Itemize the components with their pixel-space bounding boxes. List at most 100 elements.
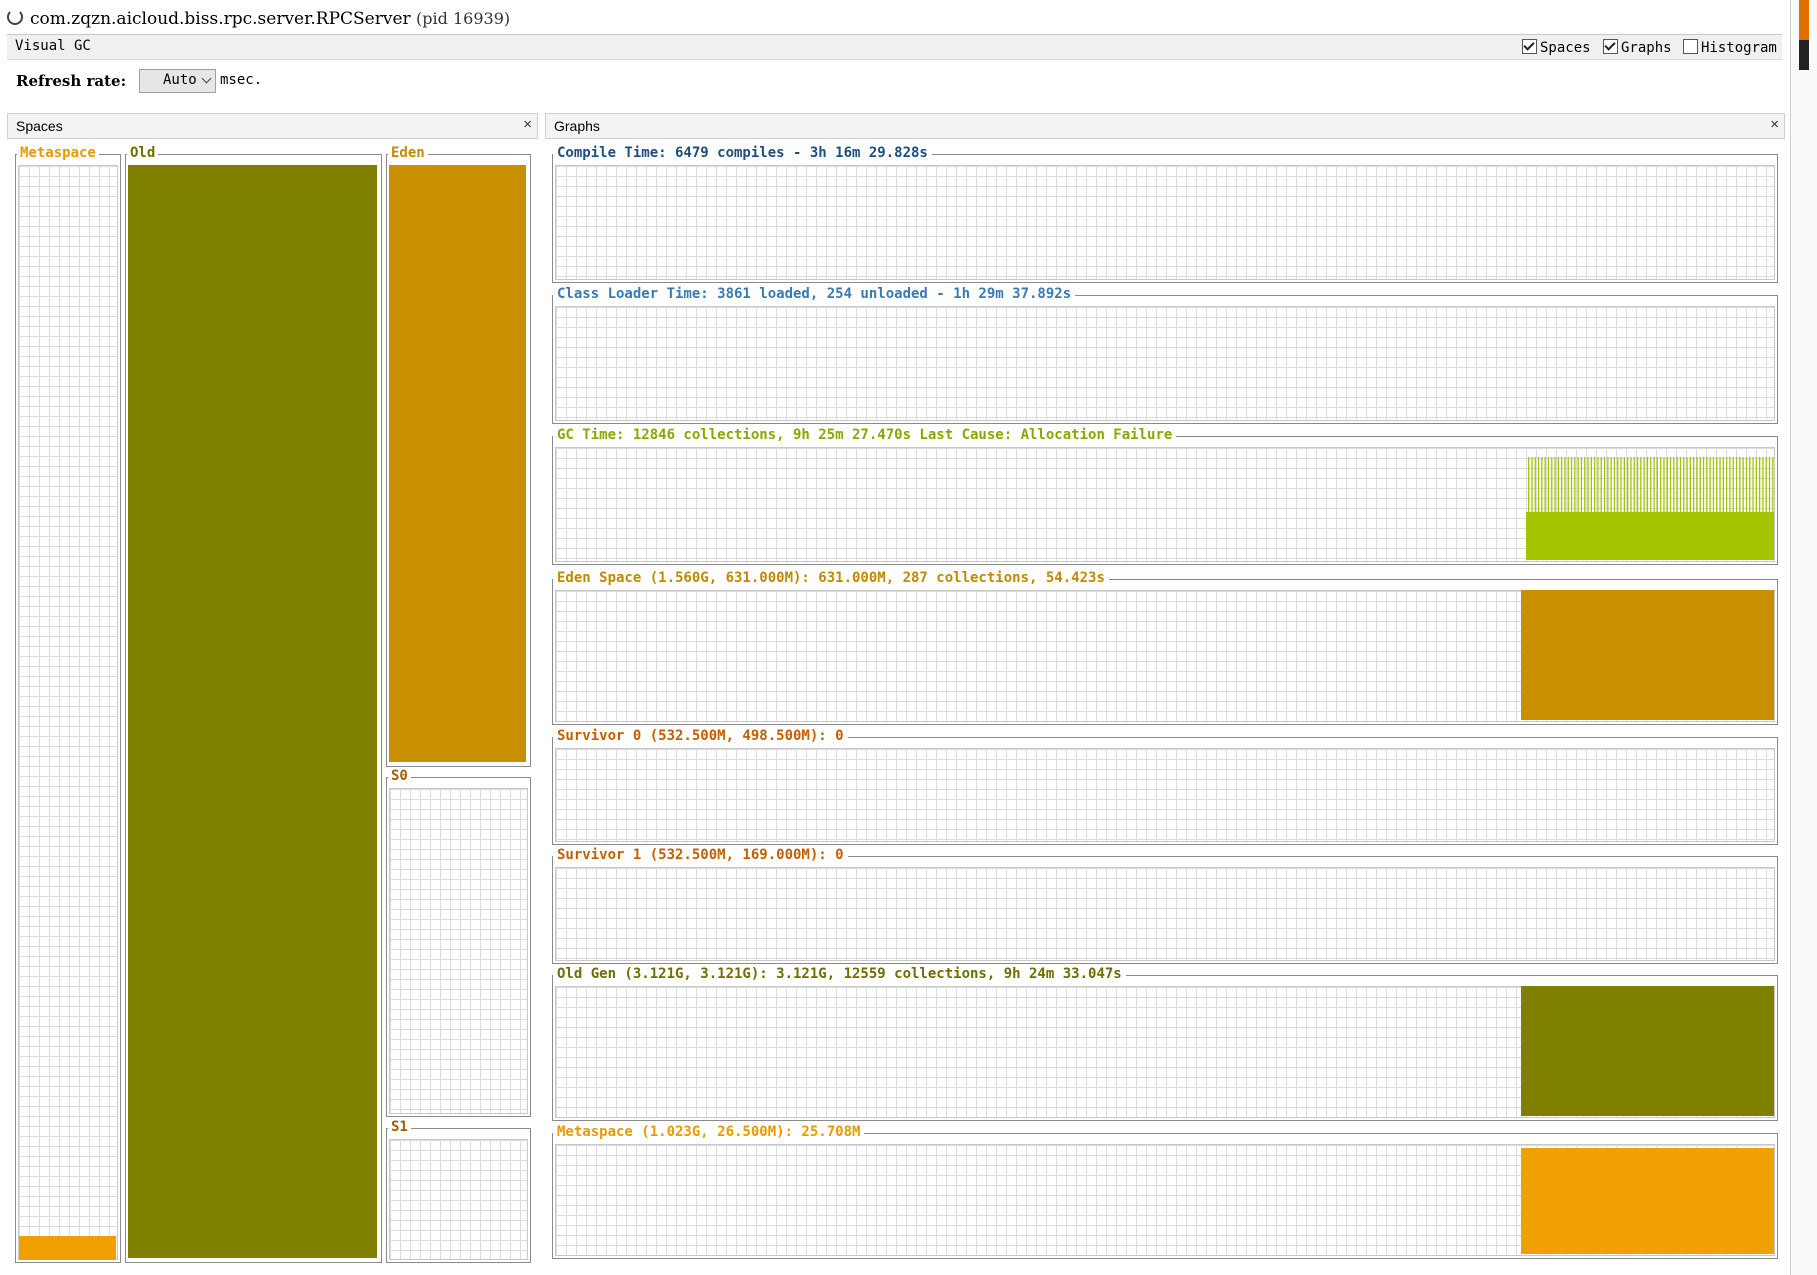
- gc-spike: [1570, 457, 1573, 560]
- gc-spike: [1633, 457, 1635, 560]
- close-icon[interactable]: ×: [523, 116, 532, 133]
- gc-spike-group: [1528, 457, 1774, 560]
- survivor-1-graph: [552, 856, 1778, 964]
- refresh-rate-unit: msec.: [220, 72, 263, 88]
- metaspace-graph: [552, 1133, 1778, 1259]
- eden-fill: [389, 165, 526, 762]
- survivor-0-grid: [555, 748, 1775, 842]
- spaces-checkbox[interactable]: Spaces: [1522, 39, 1591, 56]
- s1-grid: [389, 1139, 528, 1260]
- gc-spike: [1696, 457, 1698, 560]
- gc-spike: [1650, 457, 1652, 560]
- gc-spike: [1719, 457, 1721, 560]
- gc-spike: [1689, 457, 1691, 560]
- gc-spike: [1679, 457, 1682, 560]
- gc-spike: [1617, 457, 1619, 560]
- refresh-rate-value: Auto: [163, 72, 197, 88]
- gc-spike: [1653, 457, 1655, 560]
- refresh-rate-select[interactable]: Auto: [139, 69, 216, 93]
- gc-spike: [1594, 457, 1596, 560]
- checkbox-unchecked-icon: [1683, 39, 1698, 54]
- edge-decoration: [1799, 40, 1809, 70]
- compile-time-grid: [555, 165, 1775, 280]
- gc-spike: [1663, 457, 1665, 560]
- gc-spike: [1534, 457, 1536, 560]
- window-title: com.zqzn.aicloud.biss.rpc.server.RPCServ…: [30, 9, 510, 29]
- gc-spike: [1610, 457, 1612, 560]
- eden-space-graph: [552, 579, 1778, 725]
- gc-spike: [1693, 457, 1695, 560]
- gc-spike: [1600, 457, 1602, 560]
- gc-spike: [1762, 457, 1764, 560]
- gc-spike: [1735, 457, 1738, 560]
- chevron-down-icon: [201, 73, 212, 84]
- gc-spike: [1531, 457, 1533, 560]
- gc-spike: [1574, 457, 1576, 560]
- gc-spike: [1673, 457, 1675, 560]
- metaspace-fill: [19, 1236, 116, 1260]
- gc-spike: [1630, 457, 1632, 560]
- close-icon[interactable]: ×: [1770, 116, 1779, 133]
- gc-spike: [1712, 457, 1715, 560]
- gc-spike: [1726, 457, 1728, 560]
- metaspace-label: Metaspace: [17, 145, 99, 161]
- gc-spike: [1544, 457, 1546, 560]
- old-label: Old: [127, 145, 159, 161]
- gc-spike: [1590, 457, 1592, 560]
- gc-spike: [1752, 457, 1754, 560]
- loading-spinner-icon: [7, 9, 23, 25]
- old-fill: [128, 165, 377, 1258]
- histogram-checkbox[interactable]: Histogram: [1683, 39, 1777, 56]
- gc-spike: [1580, 457, 1583, 560]
- histogram-checkbox-label: Histogram: [1701, 40, 1777, 56]
- gc-spike: [1646, 457, 1649, 560]
- graphs-checkbox[interactable]: Graphs: [1603, 39, 1672, 56]
- survivor-1-label: Survivor 1 (532.500M, 169.000M): 0: [553, 847, 848, 863]
- graphs-panel-title: Graphs: [554, 118, 600, 134]
- gc-spike: [1749, 457, 1751, 560]
- s1-label: S1: [388, 1119, 411, 1135]
- checkbox-checked-icon: [1603, 39, 1618, 54]
- old-gen-label: Old Gen (3.121G, 3.121G): 3.121G, 12559 …: [553, 966, 1126, 982]
- metaspace-space: [15, 154, 121, 1263]
- checkbox-checked-icon: [1522, 39, 1537, 54]
- gc-spike: [1709, 457, 1711, 560]
- gc-spike: [1660, 457, 1662, 560]
- gc-spike: [1706, 457, 1708, 560]
- gc-spike: [1656, 457, 1658, 560]
- gc-spike: [1640, 457, 1642, 560]
- gc-spike: [1683, 457, 1685, 560]
- survivor-0-graph: [552, 737, 1778, 845]
- gc-spike: [1666, 457, 1668, 560]
- gc-spike: [1623, 457, 1625, 560]
- gc-spike: [1759, 457, 1761, 560]
- gc-spike: [1561, 457, 1563, 560]
- class-loader-time-label: Class Loader Time: 3861 loaded, 254 unlo…: [553, 286, 1076, 302]
- s0-space: [386, 777, 531, 1117]
- gc-spike: [1551, 457, 1553, 560]
- gc-spike: [1557, 457, 1559, 560]
- spaces-panel-title: Spaces: [16, 118, 63, 134]
- tab-visual-gc[interactable]: Visual GC: [15, 38, 91, 54]
- gc-spike: [1587, 457, 1589, 560]
- graphs-checkbox-label: Graphs: [1621, 40, 1672, 56]
- gc-spike: [1613, 457, 1616, 560]
- gc-spike: [1537, 457, 1540, 560]
- visual-gc-tab-bar: Visual GC Spaces Graphs Histogram: [7, 34, 1782, 60]
- gc-spike: [1745, 457, 1748, 560]
- gc-spike: [1702, 457, 1705, 560]
- gc-spike: [1732, 457, 1734, 560]
- gc-spike: [1699, 457, 1701, 560]
- gc-spike: [1528, 457, 1530, 560]
- gc-spike: [1620, 457, 1622, 560]
- spaces-panel-header: Spaces ×: [7, 113, 538, 139]
- old-gen-area: [1521, 986, 1774, 1116]
- compile-time-graph: [552, 154, 1778, 283]
- refresh-rate-label: Refresh rate:: [16, 72, 127, 90]
- gc-spike: [1584, 457, 1586, 560]
- eden-label: Eden: [388, 145, 428, 161]
- window-title-bar: com.zqzn.aicloud.biss.rpc.server.RPCServ…: [0, 0, 1790, 34]
- gc-spike: [1564, 457, 1566, 560]
- gc-time-label: GC Time: 12846 collections, 9h 25m 27.47…: [553, 427, 1177, 443]
- gc-spike: [1607, 457, 1609, 560]
